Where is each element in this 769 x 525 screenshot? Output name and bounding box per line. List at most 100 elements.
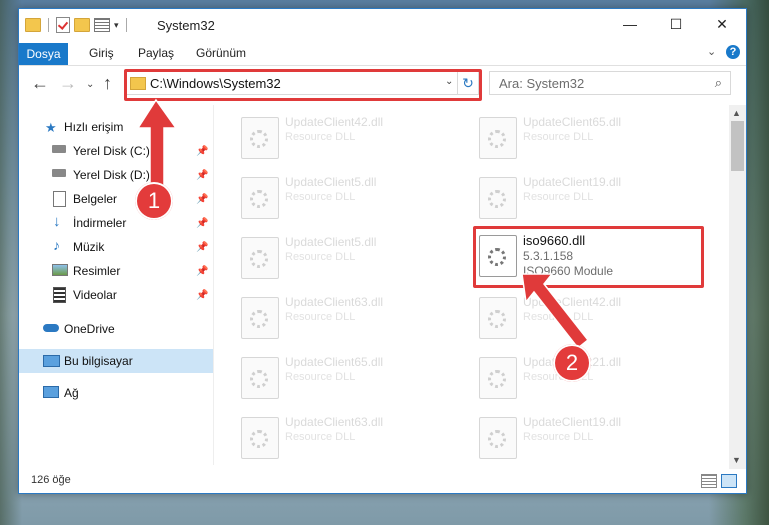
pictures-icon xyxy=(52,264,68,276)
file-name: UpdateClient63.dll xyxy=(285,415,384,429)
tab-home[interactable]: Giriş xyxy=(89,46,114,60)
step-1-badge: 1 xyxy=(135,182,173,220)
new-folder-icon[interactable] xyxy=(74,18,90,32)
music-icon: ♪ xyxy=(53,237,60,253)
annotation-arrow-2 xyxy=(521,273,590,350)
dll-file-icon xyxy=(241,117,279,159)
sidebar-item-downloads[interactable]: ↓ İndirmeler 📌 xyxy=(19,211,213,235)
sidebar-item-label: İndirmeler xyxy=(73,216,127,230)
qat-dropdown-icon[interactable]: ▾ xyxy=(114,20,119,31)
scrollbar-thumb[interactable] xyxy=(731,121,744,171)
folder-icon xyxy=(25,18,41,32)
search-input[interactable]: Ara: System32 ⌕ xyxy=(489,71,731,95)
file-name: UpdateClient65.dll xyxy=(285,355,384,369)
sidebar-item-label: Belgeler xyxy=(73,192,118,206)
forward-button[interactable]: → xyxy=(59,73,77,94)
file-type: Resource DLL xyxy=(285,371,356,383)
file-name: UpdateClient19.dll xyxy=(523,175,622,189)
title-bar: ▾ System32 — ☐ ✕ xyxy=(19,9,746,43)
up-button[interactable]: ↑ xyxy=(103,73,112,94)
dll-file-icon xyxy=(241,357,279,399)
file-item[interactable]: UpdateClient63.dll Resource DLL xyxy=(215,289,415,339)
dll-file-icon xyxy=(479,177,517,219)
sidebar-item-onedrive[interactable]: OneDrive xyxy=(19,317,213,341)
file-name: UpdateClient42.dll xyxy=(285,115,384,129)
file-type: Resource DLL xyxy=(285,131,356,143)
customize-icon[interactable] xyxy=(94,18,110,32)
help-icon: ? xyxy=(726,45,740,59)
pin-icon: 📌 xyxy=(196,289,209,301)
scroll-down-icon[interactable]: ▼ xyxy=(732,455,741,465)
drive-icon xyxy=(52,145,66,153)
sidebar-item-label: Resimler xyxy=(73,264,121,278)
sidebar-item-label: Müzik xyxy=(73,240,105,254)
pin-icon: 📌 xyxy=(196,241,209,253)
dll-file-icon xyxy=(241,237,279,279)
file-item[interactable]: UpdateClient5.dll Resource DLL xyxy=(215,229,415,279)
dll-file-icon xyxy=(479,297,517,339)
dll-file-icon xyxy=(479,117,517,159)
pin-icon: 📌 xyxy=(196,265,209,277)
file-item[interactable]: UpdateClient19.dll Resource DLL xyxy=(453,169,653,219)
quick-access-toolbar: ▾ xyxy=(25,17,130,33)
file-name: UpdateClient5.dll xyxy=(285,235,377,249)
file-item[interactable]: UpdateClient65.dll Resource DLL xyxy=(453,109,653,159)
scroll-up-icon[interactable]: ▲ xyxy=(732,108,741,118)
minimize-button[interactable]: — xyxy=(607,9,653,39)
computer-icon xyxy=(43,355,60,367)
file-type: Resource DLL xyxy=(285,191,356,203)
file-type: Resource DLL xyxy=(523,131,594,143)
dll-file-icon xyxy=(241,177,279,219)
file-name: UpdateClient19.dll xyxy=(523,415,622,429)
video-icon xyxy=(53,287,66,303)
pin-icon: 📌 xyxy=(196,145,209,157)
pin-icon: 📌 xyxy=(196,193,209,205)
file-item[interactable]: UpdateClient19.dll Resource DLL xyxy=(453,409,653,459)
sidebar-item-label: Hızlı erişim xyxy=(64,120,124,134)
sidebar-item-music[interactable]: ♪ Müzik 📌 xyxy=(19,235,213,259)
window-title: System32 xyxy=(157,18,215,33)
file-type: Resource DLL xyxy=(523,431,594,443)
file-type: Resource DLL xyxy=(285,431,356,443)
large-icons-view-icon[interactable] xyxy=(721,474,737,488)
sidebar-item-pictures[interactable]: Resimler 📌 xyxy=(19,259,213,283)
divider xyxy=(48,18,49,32)
status-bar: 126 öğe xyxy=(19,469,746,493)
file-type: Resource DLL xyxy=(285,311,356,323)
network-icon xyxy=(43,386,59,398)
drive-icon xyxy=(52,169,66,177)
ribbon-expand-icon[interactable]: ⌄ xyxy=(707,45,716,58)
step-2-badge: 2 xyxy=(553,344,591,382)
vertical-scrollbar[interactable]: ▲ ▼ xyxy=(729,105,746,469)
file-item[interactable]: UpdateClient42.dll Resource DLL xyxy=(215,109,415,159)
details-view-icon[interactable] xyxy=(701,474,717,488)
tab-share[interactable]: Paylaş xyxy=(138,46,174,60)
ribbon-tabs: Dosya Giriş Paylaş Görünüm ⌄ ? xyxy=(19,43,746,66)
pin-icon: 📌 xyxy=(196,217,209,229)
maximize-button[interactable]: ☐ xyxy=(653,9,699,39)
cloud-icon xyxy=(43,324,59,332)
download-icon: ↓ xyxy=(53,213,61,230)
help-button[interactable]: ? xyxy=(726,45,740,59)
properties-check-icon[interactable] xyxy=(56,17,70,33)
sidebar-item-label: OneDrive xyxy=(64,322,115,336)
file-type: Resource DLL xyxy=(285,251,356,263)
file-item[interactable]: UpdateClient5.dll Resource DLL xyxy=(215,169,415,219)
item-count: 126 öğe xyxy=(31,474,71,486)
sidebar-item-network[interactable]: Ağ xyxy=(19,381,213,405)
recent-locations-icon[interactable]: ⌄ xyxy=(86,79,94,90)
sidebar-item-label: Bu bilgisayar xyxy=(64,354,133,368)
file-item[interactable]: UpdateClient65.dll Resource DLL xyxy=(215,349,415,399)
file-name: UpdateClient63.dll xyxy=(285,295,384,309)
sidebar-item-videos[interactable]: Videolar 📌 xyxy=(19,283,213,307)
sidebar-item-label: Ağ xyxy=(64,386,79,400)
file-type: Resource DLL xyxy=(523,191,594,203)
close-button[interactable]: ✕ xyxy=(699,9,745,39)
sidebar-item-this-pc[interactable]: Bu bilgisayar xyxy=(19,349,213,373)
back-button[interactable]: ← xyxy=(31,73,49,94)
file-name: UpdateClient65.dll xyxy=(523,115,622,129)
search-icon: ⌕ xyxy=(714,75,722,90)
file-item[interactable]: UpdateClient63.dll Resource DLL xyxy=(215,409,415,459)
tab-file[interactable]: Dosya xyxy=(19,43,68,65)
tab-view[interactable]: Görünüm xyxy=(196,46,246,60)
